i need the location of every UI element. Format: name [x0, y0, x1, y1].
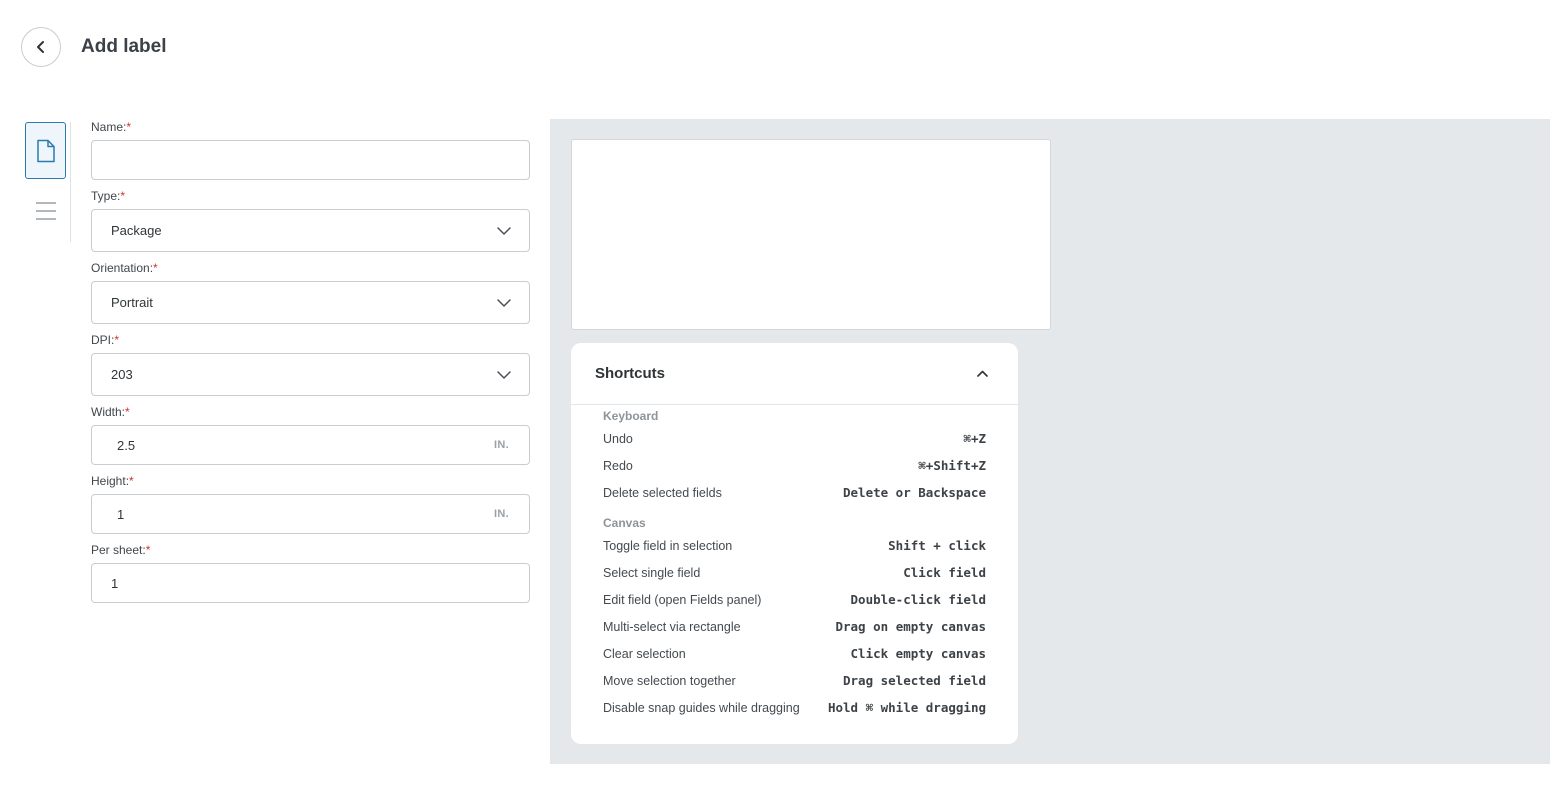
width-input[interactable]: 2.5 IN.	[91, 425, 530, 465]
page-title: Add label	[81, 36, 167, 57]
shortcut-keys: Double-click field	[850, 592, 986, 607]
height-input[interactable]: 1 IN.	[91, 494, 530, 534]
shortcut-action: Toggle field in selection	[603, 538, 733, 553]
height-group: Height:* 1 IN.	[91, 474, 530, 534]
keyboard-section-title: Keyboard	[603, 409, 659, 423]
required-marker: *	[126, 120, 132, 134]
label-preview[interactable]	[571, 139, 1051, 330]
shortcut-row: Undo ⌘+Z	[603, 425, 986, 452]
rail-document-button[interactable]	[25, 122, 66, 179]
height-value: 1	[117, 506, 125, 522]
type-label: Type:	[91, 189, 121, 203]
type-value: Package	[111, 223, 162, 238]
page-header: Add label	[21, 27, 167, 67]
width-group: Width:* 2.5 IN.	[91, 405, 530, 465]
rail-divider	[70, 122, 71, 242]
width-unit: IN.	[494, 439, 509, 451]
shortcut-row: Move selection together Drag selected fie…	[603, 667, 986, 694]
width-value: 2.5	[117, 437, 136, 453]
shortcut-action: Delete selected fields	[603, 485, 722, 500]
height-unit: IN.	[494, 508, 509, 520]
per-sheet-label: Per sheet:	[91, 543, 146, 557]
required-marker: *	[145, 543, 151, 557]
shortcut-action: Disable snap guides while dragging	[603, 700, 800, 715]
shortcut-action: Redo	[603, 458, 633, 473]
required-marker: *	[129, 474, 134, 488]
shortcut-action: Undo	[603, 431, 633, 446]
shortcut-row: Edit field (open Fields panel) Double-cli…	[603, 586, 986, 613]
shortcut-action: Select single field	[603, 565, 701, 580]
canvas-section-title: Canvas	[603, 516, 646, 530]
chevron-down-icon	[497, 298, 511, 307]
shortcut-keys: ⌘+Shift+Z	[918, 458, 986, 473]
shortcut-keys: Click empty canvas	[850, 646, 986, 661]
shortcut-keys: Drag selected field	[843, 673, 986, 688]
shortcut-keys: ⌘+Z	[963, 431, 986, 446]
shortcut-row: Delete selected fields Delete or Backspac…	[603, 479, 986, 506]
dpi-label: DPI:	[91, 333, 115, 347]
label-canvas[interactable]: Shortcuts Keyboard Undo ⌘+Z Redo ⌘+Shift+Z…	[550, 119, 1550, 764]
name-label: Name:	[91, 120, 127, 134]
type-select[interactable]: Package	[91, 209, 530, 252]
required-marker: *	[153, 261, 158, 275]
shortcut-action: Edit field (open Fields panel)	[603, 592, 762, 607]
height-label: Height:	[91, 474, 130, 488]
orientation-group: Orientation:* Portrait	[91, 261, 530, 324]
per-sheet-group: Per sheet:* 1	[91, 543, 530, 603]
shortcut-keys: Shift + click	[888, 538, 986, 553]
per-sheet-value: 1	[111, 575, 119, 591]
required-marker: *	[120, 189, 126, 203]
orientation-value: Portrait	[111, 295, 153, 310]
shortcut-action: Multi-select via rectangle	[603, 619, 741, 634]
chevron-down-icon	[497, 226, 511, 235]
shortcuts-title: Shortcuts	[595, 365, 666, 382]
shortcut-action: Clear selection	[603, 646, 686, 661]
shortcuts-toggle[interactable]: Shortcuts	[571, 343, 1018, 405]
shortcut-row: Toggle field in selection Shift + click	[603, 532, 986, 559]
shortcut-keys: Drag on empty canvas	[835, 619, 986, 634]
dpi-group: DPI:* 203	[91, 333, 530, 396]
chevron-left-icon	[37, 41, 44, 53]
shortcut-row: Disable snap guides while dragging Hold ⌘…	[603, 694, 986, 721]
required-marker: *	[125, 405, 130, 419]
label-settings-form: Name:* Type:* Package Orientation:* Port…	[91, 120, 530, 612]
document-icon	[36, 139, 55, 162]
side-rail	[25, 122, 71, 231]
shortcut-action: Move selection together	[603, 673, 736, 688]
shortcut-row: Clear selection Click empty canvas	[603, 640, 986, 667]
shortcuts-panel: Shortcuts Keyboard Undo ⌘+Z Redo ⌘+Shift+Z…	[571, 343, 1018, 744]
required-marker: *	[114, 333, 120, 347]
rail-fields-button[interactable]	[25, 191, 66, 231]
orientation-label: Orientation:	[91, 261, 154, 275]
shortcut-keys: Hold ⌘ while dragging	[827, 700, 986, 715]
width-label: Width:	[91, 405, 126, 419]
dpi-select[interactable]: 203	[91, 353, 530, 396]
shortcut-row: Select single field Click field	[603, 559, 986, 586]
shortcut-keys: Delete or Backspace	[843, 485, 986, 500]
name-input[interactable]	[91, 140, 530, 180]
shortcuts-list: Keyboard Undo ⌘+Z Redo ⌘+Shift+Z Delete se…	[571, 405, 1018, 721]
per-sheet-input[interactable]: 1	[91, 563, 530, 603]
type-group: Type:* Package	[91, 189, 530, 252]
name-group: Name:*	[91, 120, 530, 180]
menu-lines-icon	[35, 202, 56, 220]
shortcut-row: Multi-select via rectangle Drag on empty …	[603, 613, 986, 640]
shortcut-row: Redo ⌘+Shift+Z	[603, 452, 986, 479]
back-button[interactable]	[21, 27, 61, 67]
dpi-value: 203	[111, 367, 133, 382]
orientation-select[interactable]: Portrait	[91, 281, 530, 324]
shortcut-keys: Click field	[903, 565, 986, 580]
chevron-down-icon	[497, 370, 511, 379]
chevron-up-icon	[977, 370, 988, 377]
